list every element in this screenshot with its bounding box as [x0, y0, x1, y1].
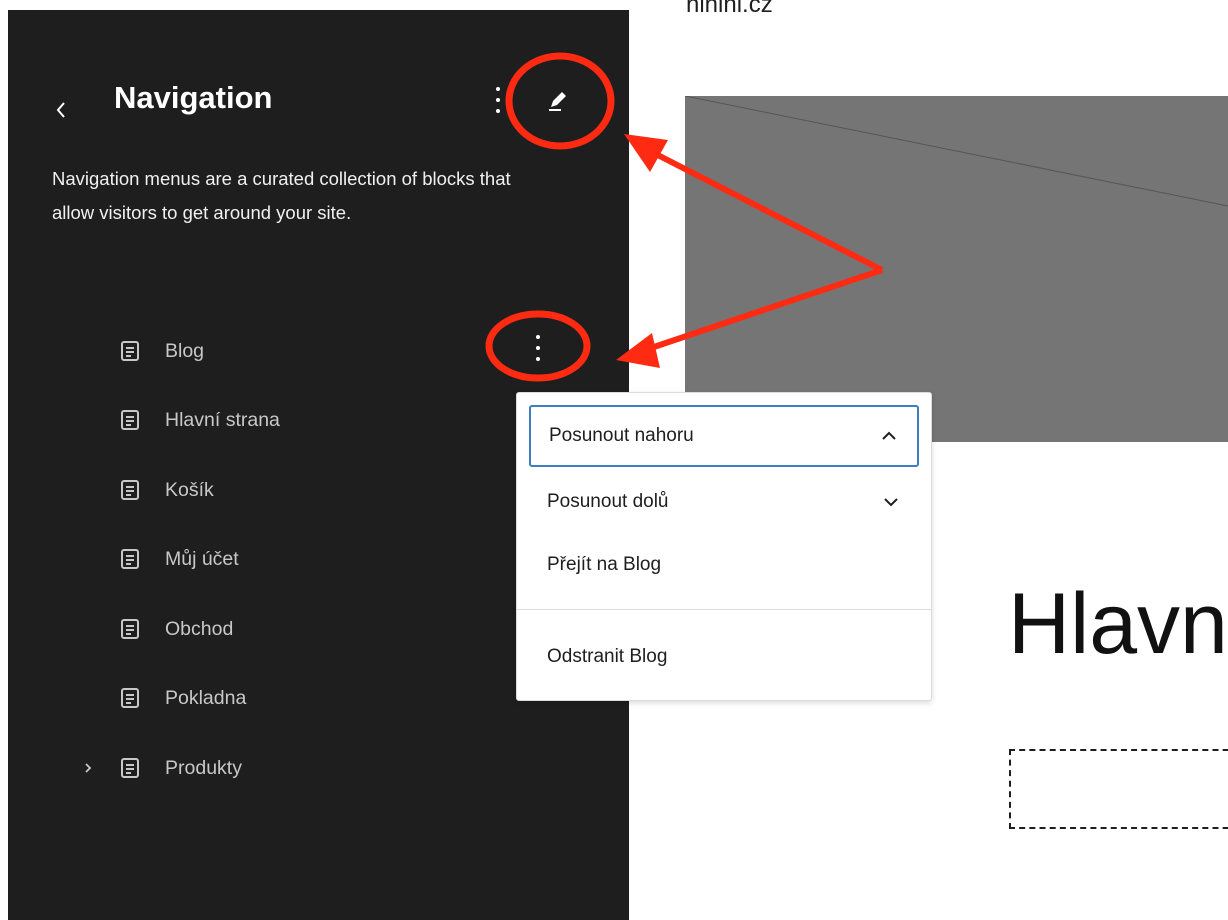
move-up-menu-item[interactable]: Posunout nahoru	[529, 405, 919, 467]
more-vertical-icon	[496, 87, 500, 113]
block-placeholder[interactable]	[1009, 749, 1228, 829]
chevron-up-icon	[882, 431, 896, 440]
edit-button[interactable]	[540, 84, 574, 118]
navigation-options-button[interactable]	[486, 82, 510, 118]
menu-item-label: Přejít na Blog	[547, 554, 662, 575]
page-icon	[121, 341, 139, 361]
page-icon	[121, 619, 139, 639]
expand-chevron-icon[interactable]	[80, 757, 96, 779]
back-button[interactable]	[46, 90, 76, 130]
page-icon	[121, 410, 139, 430]
page-icon	[121, 758, 139, 778]
menu-separator	[517, 609, 931, 610]
nav-item-label: Hlavní strana	[165, 409, 280, 431]
nav-item-label: Košík	[165, 479, 214, 501]
menu-item-label: Odstranit Blog	[547, 646, 668, 667]
nav-item-label: Pokladna	[165, 687, 247, 709]
nav-item-label: Produkty	[165, 757, 242, 779]
page-icon	[121, 480, 139, 500]
chevron-down-icon	[884, 498, 898, 507]
nav-item-options-button[interactable]	[528, 330, 548, 366]
more-vertical-icon	[536, 335, 540, 361]
pencil-icon	[549, 92, 566, 111]
move-down-menu-item[interactable]: Posunout dolů	[529, 471, 919, 533]
nav-item-produkty[interactable]: Produkty	[8, 743, 629, 793]
nav-item-label: Můj účet	[165, 548, 239, 570]
remove-blog-menu-item[interactable]: Odstranit Blog	[529, 626, 919, 688]
menu-item-label: Posunout dolů	[547, 491, 669, 512]
nav-item-label: Blog	[165, 340, 205, 362]
page-icon	[121, 688, 139, 708]
menu-item-label: Posunout nahoru	[549, 425, 694, 446]
nav-item-label: Obchod	[165, 618, 234, 640]
go-to-blog-menu-item[interactable]: Přejít na Blog	[529, 534, 919, 596]
featured-image-placeholder[interactable]	[685, 96, 1228, 442]
sidebar-title: Navigation	[114, 80, 273, 115]
sidebar-description: Navigation menus are a curated collectio…	[52, 168, 511, 223]
chevron-left-icon	[56, 102, 65, 118]
page-icon	[121, 549, 139, 569]
site-title: ninini.cz	[686, 0, 773, 18]
page-heading: Hlavn	[1008, 576, 1228, 672]
nav-item-dropdown-menu: Posunout nahoru Posunout dolů Přejít na …	[516, 392, 932, 701]
placeholder-diagonal-icon	[685, 96, 1228, 207]
